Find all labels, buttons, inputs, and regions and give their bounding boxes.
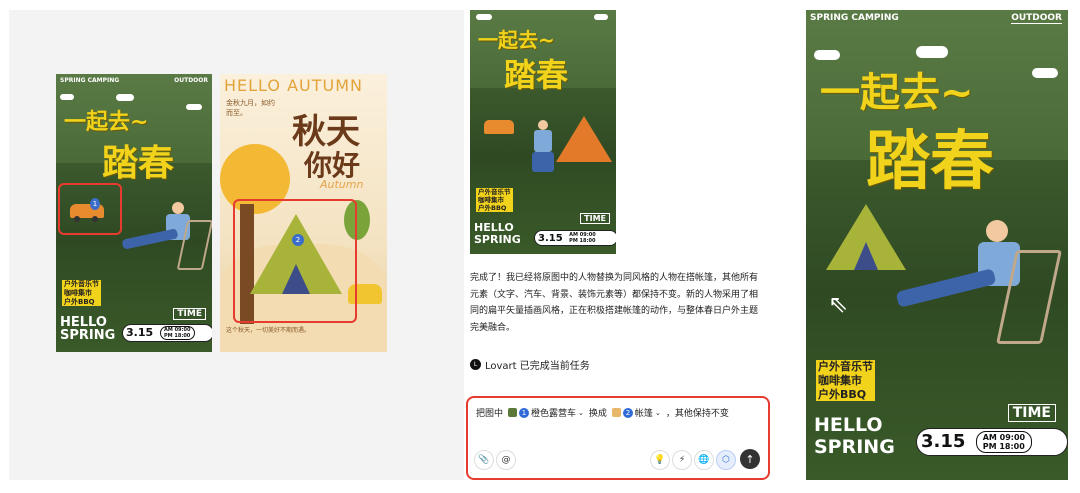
large-time-label: TIME	[1007, 404, 1056, 422]
large-tags: 户外音乐节 咖啡集市 户外BBQ	[816, 360, 875, 402]
large-header-right: OUTDOOR	[1011, 13, 1062, 24]
large-hello: HELLO	[814, 414, 883, 436]
prompt-input[interactable]: 把图中 1 橙色露营车 ⌄ 换成 2 帐篷 ⌄ ，其他保持不变 📎 @ 💡 ⚡ …	[466, 396, 770, 480]
poster-date: 3.15 AM 09:00 PM 18:00	[122, 324, 212, 342]
thumb-hello: HELLO	[474, 221, 514, 234]
chip-tent[interactable]: 2 帐篷 ⌄	[610, 406, 663, 419]
autumn-subtitle: 金秋九月，如约而至。	[226, 99, 275, 117]
thumb-time-label: TIME	[580, 213, 610, 224]
cube-icon[interactable]: ⬡	[716, 450, 736, 470]
autumn-footer: 这个秋天，一切美好不期而遇。	[226, 327, 311, 334]
spring-poster-large[interactable]: SPRING CAMPING OUTDOOR 一起去~ 踏春 ⇖ 户外音乐节 咖…	[806, 10, 1068, 480]
large-date: 3.15 AM 09:00 PM 18:00	[916, 428, 1068, 456]
autumn-title-en: HELLO AUTUMN	[224, 76, 363, 95]
poster-header-right: OUTDOOR	[174, 77, 208, 84]
large-header-left: SPRING CAMPING	[810, 13, 899, 23]
thumb-title-line2: 踏春	[504, 56, 569, 94]
thumb-tags: 户外音乐节 咖啡集市 户外BBQ	[476, 188, 513, 213]
person-illustration	[121, 202, 212, 272]
status-text: Lovart 已完成当前任务	[485, 361, 590, 372]
mention-icon[interactable]: @	[496, 450, 516, 470]
lovart-logo-icon: L	[470, 359, 481, 370]
thumb-spring: SPRING	[474, 233, 521, 246]
poster-tags: 户外音乐节 咖啡集市 户外BBQ	[62, 280, 101, 307]
chip-car-thumb-icon	[508, 408, 518, 417]
thumb-date: 3.15 AM 09:00 PM 18:00	[534, 230, 616, 246]
thumb-car	[484, 120, 514, 134]
bulb-icon[interactable]: 💡	[650, 450, 670, 470]
poster-time-label: TIME	[173, 308, 206, 320]
poster-header-left: SPRING CAMPING	[60, 77, 120, 84]
poster-title-line1: 一起去~	[64, 110, 149, 135]
send-button[interactable]: ↑	[740, 449, 760, 469]
selection-box-tent[interactable]	[233, 199, 357, 323]
thumb-title-line1: 一起去~	[478, 28, 555, 52]
person-illustration	[895, 220, 1062, 350]
globe-icon[interactable]: 🌐	[694, 450, 714, 470]
chip-tent-thumb-icon	[611, 408, 621, 417]
assistant-message: 完成了！我已经将原图中的人物替换为同风格的人物在搭帐篷，其他所有元素（文字、汽车…	[470, 273, 759, 333]
poster-spring: SPRING	[60, 328, 116, 343]
bolt-icon[interactable]: ⚡	[672, 450, 692, 470]
large-title-line2: 踏春	[866, 125, 994, 199]
thumb-tent	[556, 116, 612, 162]
poster-title-line2: 踏春	[102, 143, 175, 184]
arrow-doodle-icon: ⇖	[828, 290, 849, 318]
thumb-person	[530, 120, 558, 178]
preview-thumbnail[interactable]: 一起去~ 踏春 户外音乐节 咖啡集市 户外BBQ TIME HELLO SPRI…	[470, 10, 616, 254]
task-status: L Lovart 已完成当前任务	[470, 357, 590, 372]
chevron-down-icon: ⌄	[578, 408, 584, 417]
prompt-text[interactable]: 把图中 1 橙色露营车 ⌄ 换成 2 帐篷 ⌄ ，其他保持不变	[476, 406, 729, 419]
selection-box-car[interactable]	[58, 183, 122, 235]
autumn-script: Autumn	[320, 178, 364, 191]
chevron-down-icon: ⌄	[654, 408, 661, 417]
large-spring: SPRING	[814, 436, 895, 458]
attach-icon[interactable]: 📎	[474, 450, 494, 470]
chip-orange-camper[interactable]: 1 橙色露营车 ⌄	[506, 406, 586, 419]
